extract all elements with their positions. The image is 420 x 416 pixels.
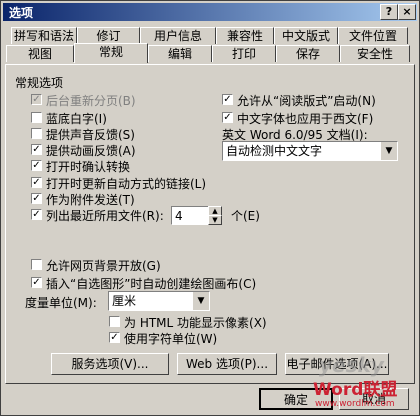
- sound-feedback-checkbox[interactable]: [31, 128, 42, 139]
- char-units-checkbox[interactable]: ✓: [109, 332, 120, 343]
- chevron-down-icon[interactable]: ▼: [192, 292, 209, 310]
- web-background-label: 允许网页背景开放(G): [46, 259, 161, 273]
- recent-files-count-input[interactable]: 4: [171, 206, 209, 225]
- tab-spelling-grammar[interactable]: 拼写和语法: [11, 27, 77, 44]
- tab-security[interactable]: 安全性: [340, 45, 410, 62]
- recent-files-down-icon[interactable]: ▼: [208, 215, 222, 225]
- drawing-canvas-checkbox[interactable]: ✓: [31, 277, 42, 288]
- html-pixels-label: 为 HTML 功能显示像素(X): [124, 316, 267, 330]
- help-button[interactable]: ?: [380, 4, 398, 20]
- char-units-label: 使用字符单位(W): [124, 332, 218, 346]
- background-repagination-label: 后台重新分页(B): [46, 94, 136, 108]
- tab-track-changes[interactable]: 修订: [77, 27, 140, 44]
- blue-background-label: 蓝底白字(I): [46, 112, 107, 126]
- word-doc-select[interactable]: 自动检测中文文字 ▼: [222, 141, 398, 161]
- tab-file-locations[interactable]: 文件位置: [338, 27, 408, 44]
- recent-files-checkbox[interactable]: ✓: [31, 209, 42, 220]
- animation-feedback-label: 提供动画反馈(A): [46, 144, 136, 158]
- tab-save[interactable]: 保存: [276, 45, 340, 62]
- measurement-unit-label: 度量单位(M):: [25, 296, 97, 310]
- web-background-checkbox[interactable]: [31, 259, 42, 270]
- chevron-down-icon[interactable]: ▼: [380, 142, 397, 160]
- tab-edit[interactable]: 编辑: [148, 45, 212, 62]
- chinese-font-latin-label: 中文字体也应用于西文(F): [237, 112, 374, 126]
- send-as-attachment-label: 作为附件发送(T): [46, 193, 135, 207]
- cancel-button[interactable]: 取消: [339, 388, 409, 410]
- tab-general[interactable]: 常规: [74, 43, 148, 63]
- html-pixels-checkbox[interactable]: [109, 316, 120, 327]
- recent-files-label: 列出最近所用文件(R):: [46, 209, 164, 223]
- tab-user-info[interactable]: 用户信息: [140, 27, 216, 44]
- window-title: 选项: [9, 6, 34, 20]
- send-as-attachment-checkbox[interactable]: ✓: [31, 193, 42, 204]
- blue-background-checkbox[interactable]: [31, 112, 42, 123]
- tab-compatibility[interactable]: 兼容性: [216, 27, 274, 44]
- section-title: 常规选项: [15, 76, 64, 90]
- recent-files-unit-label: 个(E): [231, 209, 260, 223]
- confirm-conversion-checkbox[interactable]: ✓: [31, 160, 42, 171]
- drawing-canvas-label: 插入“自选图形”时自动创建绘图画布(C): [46, 277, 257, 291]
- web-options-button[interactable]: Web 选项(P)...: [177, 353, 277, 375]
- tab-asian-typography[interactable]: 中文版式: [274, 27, 338, 44]
- update-links-label: 打开时更新自动方式的链接(L): [46, 177, 207, 191]
- close-button[interactable]: ×: [398, 4, 416, 20]
- email-options-button[interactable]: 电子邮件选项(A)...: [285, 353, 389, 375]
- animation-feedback-checkbox[interactable]: ✓: [31, 144, 42, 155]
- measurement-unit-select[interactable]: 厘米 ▼: [108, 291, 210, 311]
- ok-button[interactable]: 确定: [259, 388, 333, 410]
- update-links-checkbox[interactable]: ✓: [31, 177, 42, 188]
- title-bar: 选项 ? ×: [3, 3, 417, 21]
- reading-layout-checkbox[interactable]: ✓: [222, 94, 233, 105]
- tab-view[interactable]: 视图: [6, 45, 74, 62]
- options-dialog: 选项 ? × 拼写和语法 修订 用户信息 兼容性 中文版式 文件位置 视图 常规…: [0, 0, 420, 416]
- confirm-conversion-label: 打开时确认转换: [46, 160, 131, 174]
- sound-feedback-label: 提供声音反馈(S): [46, 128, 135, 142]
- tab-print[interactable]: 打印: [212, 45, 276, 62]
- service-options-button[interactable]: 服务选项(V)...: [51, 353, 169, 375]
- background-repagination-checkbox[interactable]: ✓: [31, 94, 42, 105]
- reading-layout-label: 允许从“阅读版式”启动(N): [237, 94, 376, 108]
- chinese-font-latin-checkbox[interactable]: ✓: [222, 112, 233, 123]
